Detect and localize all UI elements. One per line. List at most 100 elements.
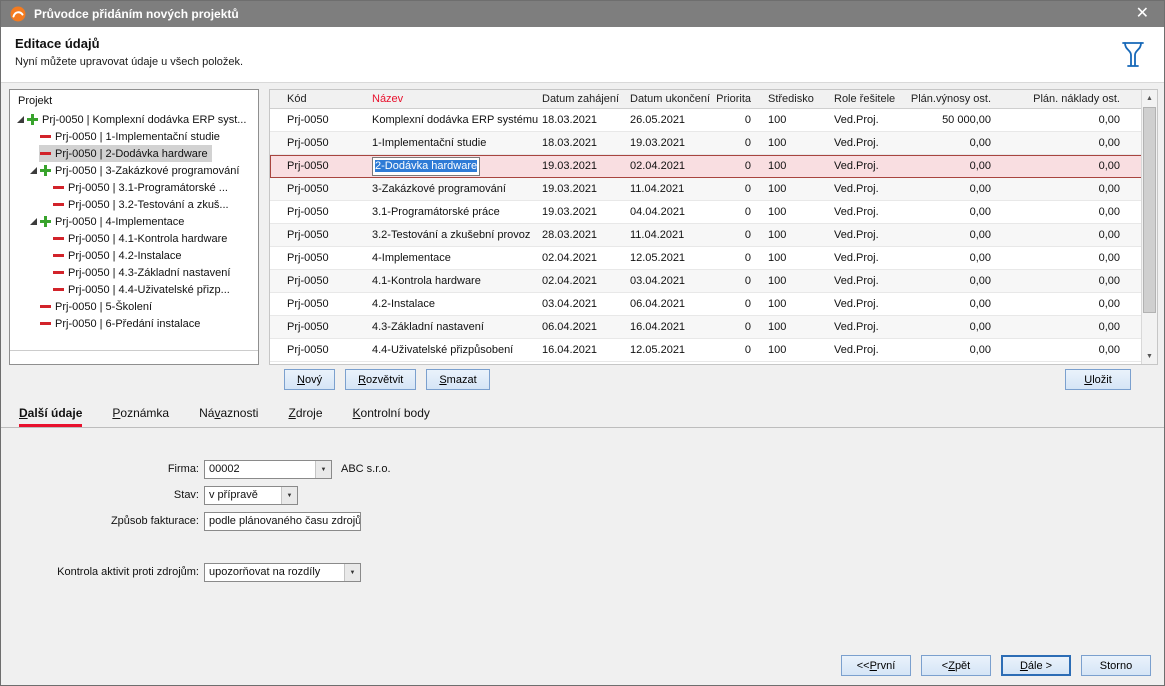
minus-icon <box>40 318 51 329</box>
grid-scrollbar[interactable]: ▲ ▼ <box>1141 90 1157 364</box>
tree-item-4-2-instalace[interactable]: Prj-0050 | 4.2-Instalace <box>10 247 258 264</box>
column-header-nazev[interactable]: Název <box>362 90 540 108</box>
title-bar: Průvodce přidáním nových projektů ✕ <box>1 1 1164 27</box>
tree-item-3-2-testovani-a-zkus[interactable]: Prj-0050 | 3.2-Testování a zkuš... <box>10 196 258 213</box>
tree-item-body[interactable]: Prj-0050 | 4.2-Instalace <box>52 247 186 264</box>
tree-item-body[interactable]: Prj-0050 | 3-Zakázkové programování <box>39 162 243 179</box>
tree-item-3-zakazkove-programovani[interactable]: Prj-0050 | 3-Zakázkové programování <box>10 162 258 179</box>
cell-role-resitele: Ved.Proj. <box>832 316 907 338</box>
tab-dalsi-udaje[interactable]: Další údaje <box>19 401 82 427</box>
tree-item-body[interactable]: Prj-0050 | 3.1-Programátorské ... <box>52 179 232 196</box>
column-header-stredisko[interactable]: Středisko <box>756 90 832 108</box>
scrollbar-thumb[interactable] <box>1143 107 1156 313</box>
tree-item-body[interactable]: Prj-0050 | 2-Dodávka hardware <box>39 145 212 162</box>
cell-datum-ukonceni: 19.03.2021 <box>628 132 712 154</box>
cell-stredisko: 100 <box>756 178 832 200</box>
column-header-plan-vynosy-ost[interactable]: Plán.výnosy ost. <box>907 90 994 108</box>
tab-poznamka[interactable]: Poznámka <box>112 401 169 427</box>
scroll-up-icon[interactable]: ▲ <box>1142 90 1157 106</box>
cell-kod: Prj-0050 <box>270 109 362 131</box>
kontrola-select[interactable]: upozorňovat na rozdíly ▼ <box>204 563 361 582</box>
tree-item-4-implementace[interactable]: Prj-0050 | 4-Implementace <box>10 213 258 230</box>
tree-item-body[interactable]: Prj-0050 | Komplexní dodávka ERP syst... <box>26 111 250 128</box>
tree-item-1-implementacni-studie[interactable]: Prj-0050 | 1-Implementační studie <box>10 128 258 145</box>
chevron-down-icon[interactable]: ▼ <box>344 564 360 581</box>
table-row[interactable]: Prj-00502-Dodávka hardware19.03.202102.0… <box>270 155 1157 178</box>
table-row[interactable]: Prj-00503.2-Testování a zkušební provoz2… <box>270 224 1157 247</box>
tab-kontrolni-body[interactable]: Kontrolní body <box>353 401 430 427</box>
tree-item-body[interactable]: Prj-0050 | 5-Školení <box>39 298 156 315</box>
cell-plan-vynosy-ost: 0,00 <box>907 224 994 246</box>
table-row[interactable]: Prj-0050Komplexní dodávka ERP systému18.… <box>270 109 1157 132</box>
cell-datum-zahajeni: 03.04.2021 <box>540 293 628 315</box>
tree-item-4-1-kontrola-hardware[interactable]: Prj-0050 | 4.1-Kontrola hardware <box>10 230 258 247</box>
expander-icon[interactable] <box>27 216 39 228</box>
stav-value: v přípravě <box>209 487 281 504</box>
cell-editor[interactable]: 2-Dodávka hardware <box>372 157 480 176</box>
back-button[interactable]: < Zpět <box>921 655 991 676</box>
cell-datum-zahajeni: 19.03.2021 <box>540 201 628 223</box>
new-button[interactable]: Nový <box>284 369 335 390</box>
cell-kod: Prj-0050 <box>270 178 362 200</box>
column-header-role-resitele[interactable]: Role řešitele <box>832 90 907 108</box>
column-header-plan-naklady-ost[interactable]: Plán. náklady ost. <box>994 90 1124 108</box>
tree-item-body[interactable]: Prj-0050 | 6-Předání instalace <box>39 315 204 332</box>
project-tree-panel: Projekt Prj-0050 | Komplexní dodávka ERP… <box>9 89 259 365</box>
tree-item-body[interactable]: Prj-0050 | 1-Implementační studie <box>39 128 224 145</box>
table-row[interactable]: Prj-00501-Implementační studie18.03.2021… <box>270 132 1157 155</box>
table-row[interactable]: Prj-00504.4-Uživatelské přizpůsobení16.0… <box>270 339 1157 362</box>
stav-select[interactable]: v přípravě ▼ <box>204 486 298 505</box>
tree-item-6-predani-instalace[interactable]: Prj-0050 | 6-Předání instalace <box>10 315 258 332</box>
column-header-kod[interactable]: Kód <box>270 90 362 108</box>
tree-item-body[interactable]: Prj-0050 | 4-Implementace <box>39 213 188 230</box>
cell-nazev: 4.4-Uživatelské přizpůsobení <box>362 339 540 361</box>
firma-select[interactable]: 00002 ▼ <box>204 460 332 479</box>
tree-item-body[interactable]: Prj-0050 | 4.3-Základní nastavení <box>52 264 234 281</box>
tree-item-komplexni-dodavka-erp-syst[interactable]: Prj-0050 | Komplexní dodávka ERP syst... <box>10 111 258 128</box>
branch-button[interactable]: Rozvětvit <box>345 369 416 390</box>
tab-navaznosti[interactable]: Návaznosti <box>199 401 258 427</box>
table-row[interactable]: Prj-00503-Zakázkové programování19.03.20… <box>270 178 1157 201</box>
wizard-step-icon <box>1120 39 1146 72</box>
expander-spacer <box>27 318 39 330</box>
fakturace-value: podle plánovaného času zdrojů <box>209 513 361 530</box>
fakturace-select[interactable]: podle plánovaného času zdrojů ▼ <box>204 512 361 531</box>
expander-icon[interactable] <box>27 165 39 177</box>
cell-role-resitele: Ved.Proj. <box>832 247 907 269</box>
expander-icon[interactable] <box>14 114 26 126</box>
table-row[interactable]: Prj-00504.2-Instalace03.04.202106.04.202… <box>270 293 1157 316</box>
tree-item-body[interactable]: Prj-0050 | 4.4-Uživatelské přizp... <box>52 281 234 298</box>
table-row[interactable]: Prj-00503.1-Programátorské práce19.03.20… <box>270 201 1157 224</box>
grid-body: Prj-0050Komplexní dodávka ERP systému18.… <box>270 109 1157 362</box>
delete-button[interactable]: Smazat <box>426 369 489 390</box>
tree-item-body[interactable]: Prj-0050 | 4.1-Kontrola hardware <box>52 230 231 247</box>
chevron-down-icon[interactable]: ▼ <box>281 487 297 504</box>
tree-title[interactable]: Projekt <box>10 90 258 111</box>
table-row[interactable]: Prj-00504.3-Základní nastavení06.04.2021… <box>270 316 1157 339</box>
table-row[interactable]: Prj-00504.1-Kontrola hardware02.04.20210… <box>270 270 1157 293</box>
tab-zdroje[interactable]: Zdroje <box>288 401 322 427</box>
close-icon[interactable]: ✕ <box>1130 1 1155 27</box>
cancel-button[interactable]: Storno <box>1081 655 1151 676</box>
tree-item-3-1-programatorske[interactable]: Prj-0050 | 3.1-Programátorské ... <box>10 179 258 196</box>
app-logo-icon <box>10 6 26 22</box>
tree-item-body[interactable]: Prj-0050 | 3.2-Testování a zkuš... <box>52 196 233 213</box>
table-row[interactable]: Prj-00504-Implementace02.04.202112.05.20… <box>270 247 1157 270</box>
chevron-down-icon[interactable]: ▼ <box>315 461 331 478</box>
project-tree-list: Prj-0050 | Komplexní dodávka ERP syst...… <box>10 111 258 332</box>
tree-item-4-3-zakladni-nastaveni[interactable]: Prj-0050 | 4.3-Základní nastavení <box>10 264 258 281</box>
cell-priorita: 0 <box>712 109 756 131</box>
scroll-down-icon[interactable]: ▼ <box>1142 348 1157 364</box>
tree-item-5-skoleni[interactable]: Prj-0050 | 5-Školení <box>10 298 258 315</box>
wizard-nav-buttons: << První < Zpět Dále > Storno <box>841 655 1151 676</box>
column-header-datum-zahajeni[interactable]: Datum zahájení <box>540 90 628 108</box>
tree-item-label: Prj-0050 | 4-Implementace <box>55 216 184 228</box>
next-button[interactable]: Dále > <box>1001 655 1071 676</box>
save-button[interactable]: Uložit <box>1065 369 1131 390</box>
cell-kod: Prj-0050 <box>270 293 362 315</box>
column-header-priorita[interactable]: Priorita <box>712 90 756 108</box>
tree-item-2-dodavka-hardware[interactable]: Prj-0050 | 2-Dodávka hardware <box>10 145 258 162</box>
first-button[interactable]: << První <box>841 655 911 676</box>
tree-item-4-4-uzivatelske-prizp[interactable]: Prj-0050 | 4.4-Uživatelské přizp... <box>10 281 258 298</box>
column-header-datum-ukonceni[interactable]: Datum ukončení <box>628 90 712 108</box>
